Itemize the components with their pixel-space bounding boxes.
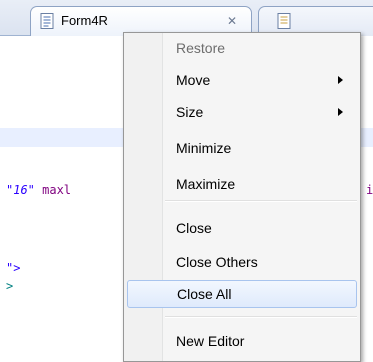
menu-item-close-all[interactable]: Close All xyxy=(127,280,357,308)
menu-item-move[interactable]: Move xyxy=(127,66,357,94)
submenu-arrow-icon xyxy=(338,76,343,84)
menu-item-close[interactable]: Close xyxy=(127,214,357,242)
menu-separator xyxy=(165,316,357,318)
menu-item-label: Move xyxy=(176,72,211,88)
menu-item-label: Minimize xyxy=(176,140,232,156)
code-fragment: i xyxy=(366,183,373,197)
code-attribute: maxl xyxy=(34,183,72,197)
file-icon xyxy=(40,13,54,29)
menu-item-minimize[interactable]: Minimize xyxy=(127,134,357,162)
code-string: "16" xyxy=(6,183,35,197)
menu-item-label: Close xyxy=(176,220,212,236)
menu-item-label: Maximize xyxy=(176,176,236,192)
menu-item-new-editor[interactable]: New Editor xyxy=(127,327,357,355)
menu-item-label: Restore xyxy=(176,40,226,56)
tab-context-menu: Restore Move Size Minimize Maximize Clos… xyxy=(123,32,361,362)
close-icon[interactable]: ✕ xyxy=(227,7,237,35)
menu-item-size[interactable]: Size xyxy=(127,98,357,126)
file-icon xyxy=(277,13,291,29)
menu-item-maximize[interactable]: Maximize xyxy=(127,170,357,198)
code-line: > xyxy=(6,279,14,293)
tab-label: Form4R xyxy=(61,13,108,28)
submenu-arrow-icon xyxy=(338,108,343,116)
menu-item-label: New Editor xyxy=(176,333,245,349)
menu-item-close-others[interactable]: Close Others xyxy=(127,248,357,276)
menu-item-label: Close Others xyxy=(176,254,258,270)
code-line: "16" maxl xyxy=(6,183,71,197)
code-line: "> xyxy=(6,261,21,275)
menu-separator xyxy=(165,200,357,202)
menu-item-restore[interactable]: Restore xyxy=(127,34,357,62)
menu-item-label: Size xyxy=(176,104,204,120)
editor-tab-strip: Form4R ✕ xyxy=(0,0,373,36)
menu-item-label: Close All xyxy=(177,286,232,302)
